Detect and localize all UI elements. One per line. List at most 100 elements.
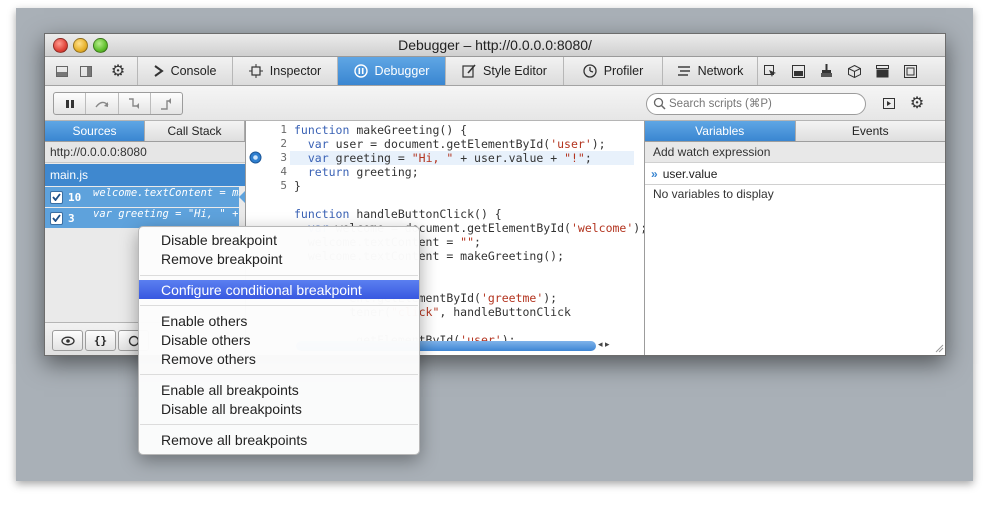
settings-gear-icon[interactable]: ⚙ [105,57,131,85]
code-line: function makeGreeting() { [294,123,468,137]
tab-call-stack[interactable]: Call Stack [145,121,245,141]
line-number: 5 [280,179,287,192]
code-line: } [294,179,301,193]
step-in-button[interactable] [119,93,151,114]
menu-item-configure-conditional-breakpoint[interactable]: Configure conditional breakpoint [139,280,419,299]
pause-button[interactable] [54,93,87,114]
eye-icon [60,336,75,345]
sources-tabs: Sources Call Stack [45,121,245,142]
breakpoint-marker-icon[interactable] [249,151,262,164]
devtools-tab-bar: ⚙ Console Inspector Debugger Style Edito… [45,57,945,86]
breakpoint-line-number: 3 [68,211,75,225]
tab-inspector[interactable]: Inspector [232,57,337,85]
3d-view-icon[interactable] [843,57,865,85]
resize-grip-icon[interactable] [934,343,944,353]
debugger-options-gear-icon[interactable]: ⚙ [906,89,928,117]
menu-separator [140,305,418,306]
breakpoint-checkbox[interactable] [50,211,63,225]
tab-label: Network [697,64,744,78]
step-over-button[interactable] [86,93,119,114]
execution-controls [53,92,183,115]
breakpoint-code: var greeting = "Hi, " + u… [93,208,239,220]
debugger-toolbar: ⚙ [45,86,945,121]
breakpoint-code: welcome.textContent = ma… [93,187,239,199]
menu-item-disable-all-breakpoints[interactable]: Disable all breakpoints [139,399,419,418]
search-input[interactable] [669,98,859,110]
step-out-button[interactable] [151,93,182,114]
tab-label: Inspector [269,64,322,78]
pick-element-icon[interactable] [759,57,781,85]
menu-item-remove-breakpoint[interactable]: Remove breakpoint [139,249,419,268]
debugger-icon [353,64,368,78]
tab-profiler[interactable]: Profiler [563,57,662,85]
source-url-group[interactable]: http://0.0.0.0:8080 [45,142,245,163]
network-icon [677,66,690,76]
title-bar: Debugger – http://0.0.0.0:8080/ [45,34,945,57]
inspector-icon [248,64,263,78]
paintbrush-icon[interactable] [815,57,837,85]
tab-label: Debugger [374,64,430,78]
tab-variables[interactable]: Variables [645,121,796,141]
search-scripts-field[interactable] [646,93,866,115]
code-line: var greeting = "Hi, " + user.value + "!"… [307,151,592,165]
tab-events[interactable]: Events [795,121,945,141]
dock-side-icon[interactable] [75,57,97,85]
line-number: 3 [280,151,287,164]
source-file-item[interactable]: main.js [45,164,245,186]
breakpoint-context-menu: Disable breakpoint Remove breakpoint Con… [138,226,420,455]
menu-separator [140,424,418,425]
tab-label: Console [170,64,217,78]
tab-sources[interactable]: Sources [45,121,145,141]
step-in-icon [129,97,140,109]
tab-divider [757,57,758,85]
watch-chevron-icon: » [651,167,658,181]
watch-expression-text: user.value [662,167,718,181]
breakpoint-line-number: 10 [68,190,82,204]
tab-label: Style Editor [483,64,547,78]
blackbox-eye-button[interactable] [52,330,83,351]
code-line: return greeting; [307,165,419,179]
line-number: 2 [280,137,287,150]
code-line: var user = document.getElementById('user… [307,137,606,151]
breakpoint-item[interactable]: 3 var greeting = "Hi, " + u… [45,208,239,228]
screenshot-clapper-icon[interactable] [871,57,893,85]
step-over-icon [95,101,109,107]
console-chevron-icon [153,65,164,77]
no-variables-message: No variables to display [653,187,774,201]
menu-item-remove-all-breakpoints[interactable]: Remove all breakpoints [139,430,419,449]
line-number: 1 [280,123,287,136]
breakpoint-selection-arrow [239,191,245,203]
scratchpad-icon[interactable] [899,57,921,85]
variables-tabs: Variables Events [645,121,945,142]
step-out-icon [161,97,172,110]
menu-item-remove-others[interactable]: Remove others [139,349,419,368]
tab-network[interactable]: Network [662,57,757,85]
breakpoint-checkbox[interactable] [50,190,63,204]
pretty-print-button[interactable]: {} [85,330,116,351]
variables-pane: Variables Events Add watch expression » … [644,121,945,355]
tab-label: Profiler [603,64,644,78]
code-line: function handleButtonClick() { [294,207,502,221]
watch-expression-item[interactable]: » user.value [645,164,945,185]
responsive-view-icon[interactable] [787,57,809,85]
search-icon [653,97,666,110]
menu-item-disable-others[interactable]: Disable others [139,330,419,349]
dock-bottom-icon[interactable] [51,57,73,85]
scroll-left-right-icon[interactable]: ◂ ▸ [598,339,610,350]
tab-console[interactable]: Console [137,57,232,85]
menu-separator [140,275,418,276]
tab-debugger[interactable]: Debugger [337,57,445,85]
style-editor-icon [462,64,476,78]
add-watch-expression[interactable]: Add watch expression [645,142,945,163]
menu-item-disable-breakpoint[interactable]: Disable breakpoint [139,230,419,249]
pause-icon [65,99,74,108]
line-number: 4 [280,165,287,178]
menu-separator [140,374,418,375]
breakpoint-item[interactable]: 10 welcome.textContent = ma… [45,187,239,207]
tab-style-editor[interactable]: Style Editor [445,57,563,85]
window-title: Debugger – http://0.0.0.0:8080/ [398,37,592,53]
menu-item-enable-all-breakpoints[interactable]: Enable all breakpoints [139,380,419,399]
profiler-icon [583,64,597,78]
toggle-panes-icon[interactable] [879,89,899,117]
menu-item-enable-others[interactable]: Enable others [139,311,419,330]
